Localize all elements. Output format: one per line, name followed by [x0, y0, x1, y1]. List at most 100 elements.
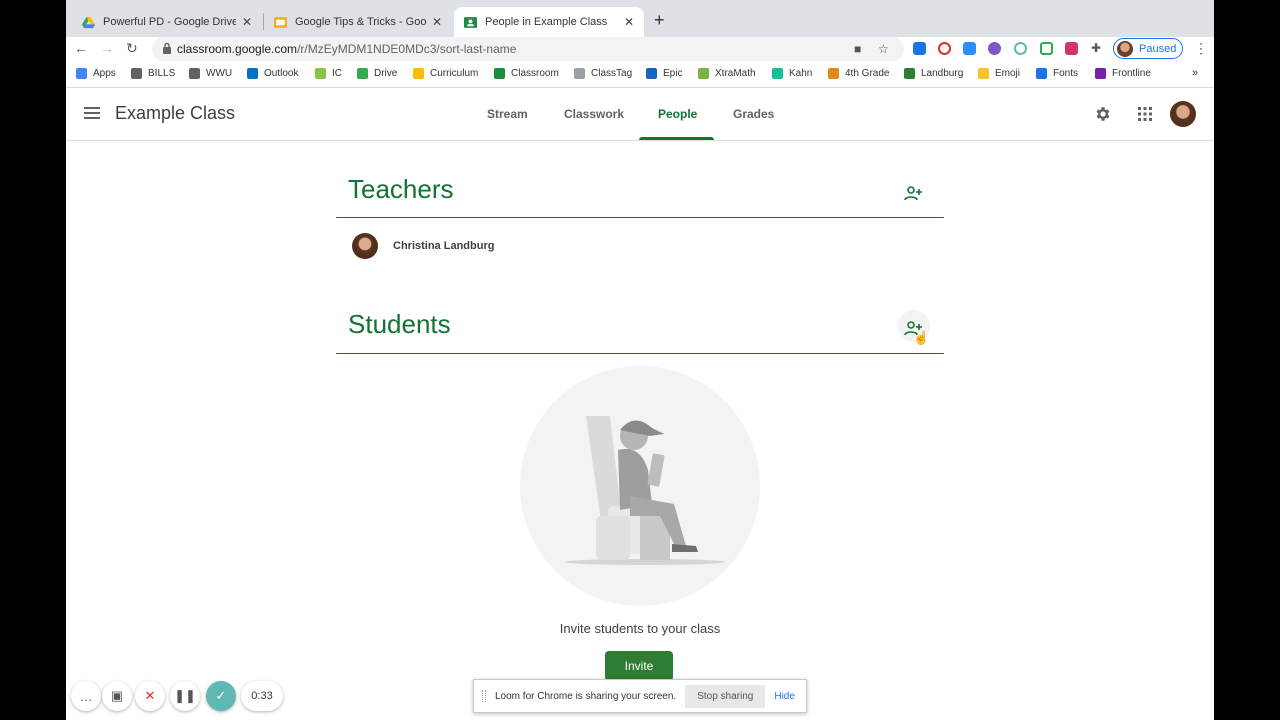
close-icon[interactable]: ✕ [624, 15, 634, 29]
draw-icon: ▣ [110, 688, 124, 703]
bookmark-epic[interactable]: Epic [646, 68, 682, 79]
bookmark-landburg[interactable]: Landburg [904, 68, 963, 79]
bookmark-bills[interactable]: BILLS [131, 68, 175, 79]
more-horiz-icon: … [79, 688, 93, 704]
bookmark-label: Emoji [995, 68, 1021, 79]
fonts-icon [1036, 68, 1047, 79]
browser-tab-people[interactable]: People in Example Class ✕ [454, 7, 644, 37]
star-icon[interactable]: ☆ [878, 42, 889, 56]
bookmark-drive[interactable]: Drive [357, 68, 397, 79]
back-arrow-icon[interactable]: ← [74, 40, 88, 56]
bookmark-wwu[interactable]: WWU [189, 68, 232, 79]
tab-stream[interactable]: Stream [487, 107, 528, 121]
bookmark-label: WWU [206, 68, 233, 79]
extension-sheet-icon[interactable] [1040, 42, 1053, 55]
loom-cancel-button[interactable]: ✕ [135, 681, 165, 711]
classroom-header: Example Class Stream Classwork People Gr… [66, 89, 1214, 141]
tab-people[interactable]: People [658, 107, 697, 121]
extension-ib-icon[interactable] [1065, 42, 1078, 55]
account-avatar[interactable] [1170, 101, 1196, 127]
more-vert-icon[interactable]: ⋮ [1194, 40, 1208, 57]
bookmark-label: Kahn [789, 68, 813, 79]
bookmark-xtramath[interactable]: XtraMath [698, 68, 756, 79]
bookmark-emoji[interactable]: Emoji [978, 68, 1020, 79]
puzzle-icon[interactable]: ✚ [1091, 41, 1101, 55]
google-drive-icon [82, 16, 95, 28]
loom-finish-button[interactable]: ✓ [206, 681, 236, 711]
loom-pause-button[interactable]: ❚❚ [170, 681, 200, 711]
invite-button[interactable]: Invite [605, 651, 673, 681]
folder-icon [189, 68, 200, 79]
bookmark-classtag[interactable]: ClassTag [574, 68, 632, 79]
browser-tab-drive[interactable]: Powerful PD - Google Drive ✕ [72, 7, 262, 37]
extension-record-icon[interactable] [938, 42, 951, 55]
outlook-icon [247, 68, 258, 79]
lock-icon [163, 42, 171, 54]
browser-toolbar: ← → ↻ classroom.google.com/r/MzEyMDM1NDE… [66, 37, 1214, 63]
bookmark-label: Frontline [1112, 68, 1151, 79]
close-icon: ✕ [144, 688, 156, 703]
close-icon[interactable]: ✕ [432, 15, 442, 29]
folder-icon [131, 68, 142, 79]
khan-academy-icon [772, 68, 783, 79]
teacher-name[interactable]: Christina Landburg [393, 240, 494, 252]
close-icon[interactable]: ✕ [242, 15, 252, 29]
bookmark-4th-grade[interactable]: 4th Grade [828, 68, 889, 79]
stop-sharing-button[interactable]: Stop sharing [685, 684, 766, 708]
browser-tab-tips[interactable]: Google Tips & Tricks - Google ✕ [264, 7, 452, 37]
bookmark-outlook[interactable]: Outlook [247, 68, 298, 79]
frontline-icon [1095, 68, 1106, 79]
check-icon: ✓ [215, 688, 227, 703]
google-drive-icon [357, 68, 368, 79]
extension-loom-icon[interactable] [988, 42, 1001, 55]
reload-icon[interactable]: ↻ [126, 40, 138, 57]
forward-arrow-icon[interactable]: → [100, 40, 114, 56]
new-tab-button[interactable]: + [654, 10, 665, 31]
add-person-icon[interactable] [904, 185, 924, 201]
bookmark-ic[interactable]: IC [315, 68, 342, 79]
apps-grid-icon[interactable] [1138, 107, 1152, 121]
camera-icon[interactable]: ■ [854, 42, 861, 56]
menu-icon[interactable] [84, 107, 100, 119]
bookmark-label: ClassTag [591, 68, 633, 79]
screen-share-bar: Loom for Chrome is sharing your screen. … [473, 679, 807, 713]
bookmark-frontline[interactable]: Frontline [1095, 68, 1151, 79]
extension-check-icon[interactable] [1014, 42, 1027, 55]
cactus-icon [904, 68, 915, 79]
tab-grades[interactable]: Grades [733, 107, 774, 121]
bookmark-label: XtraMath [715, 68, 756, 79]
bookmark-classroom[interactable]: Classroom [494, 68, 559, 79]
loom-draw-button[interactable]: ▣ [102, 681, 132, 711]
bookmark-label: Epic [663, 68, 683, 79]
google-classroom-icon [494, 68, 505, 79]
google-slides-icon [274, 16, 287, 28]
loom-more-button[interactable]: … [71, 681, 101, 711]
extension-c-icon[interactable] [913, 42, 926, 55]
bookmark-kahn[interactable]: Kahn [772, 68, 812, 79]
class-title[interactable]: Example Class [115, 103, 235, 124]
bookmark-fonts[interactable]: Fonts [1036, 68, 1078, 79]
extension-zoom-icon[interactable] [963, 42, 976, 55]
share-message: Loom for Chrome is sharing your screen. [495, 690, 677, 702]
tab-title: Google Tips & Tricks - Google [295, 16, 426, 28]
drag-handle-icon[interactable] [482, 690, 486, 702]
hand-pointer-icon: ☝ [913, 330, 930, 345]
profile-button[interactable]: Paused [1113, 38, 1183, 59]
avatar [1117, 40, 1133, 57]
bookmark-label: Outlook [264, 68, 299, 79]
classtag-icon [574, 68, 585, 79]
students-heading: Students [348, 309, 451, 339]
bookmark-apps[interactable]: Apps [76, 68, 116, 79]
hide-button[interactable]: Hide [774, 691, 795, 702]
tab-classwork[interactable]: Classwork [564, 107, 624, 121]
bookmark-curriculum[interactable]: Curriculum [413, 68, 478, 79]
bookmark-label: 4th Grade [845, 68, 890, 79]
avatar [352, 233, 378, 259]
google-classroom-icon [464, 16, 477, 28]
bookmark-label: IC [332, 68, 342, 79]
gear-icon[interactable] [1094, 105, 1112, 123]
bookmarks-overflow-button[interactable]: » [1192, 67, 1198, 79]
loom-timer: 0:33 [241, 681, 283, 711]
bookmark-label: Apps [93, 68, 116, 79]
address-bar[interactable]: classroom.google.com/r/MzEyMDM1NDE0MDc3/… [152, 37, 904, 61]
